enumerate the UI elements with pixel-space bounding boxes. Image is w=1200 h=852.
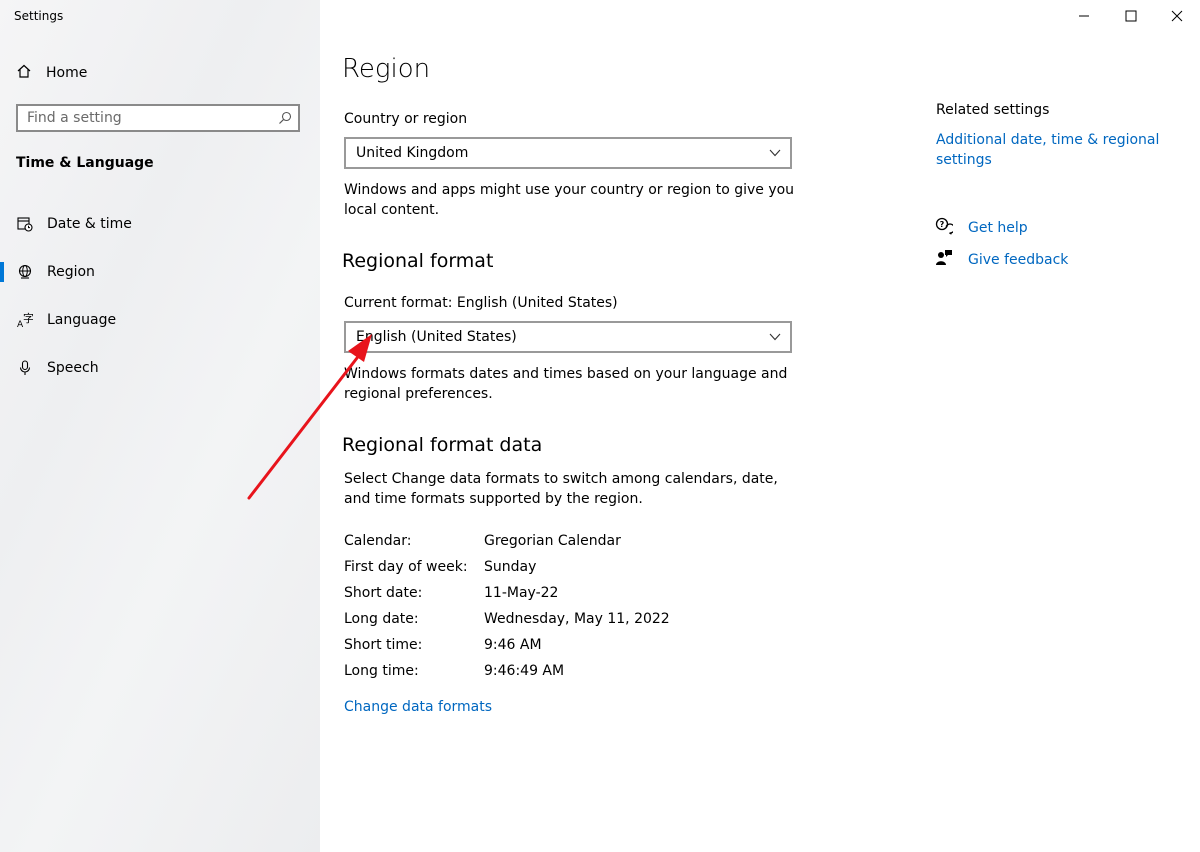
current-format-label: Current format: English (United States) <box>344 295 618 311</box>
format-row-key: First day of week: <box>344 559 468 575</box>
feedback-icon <box>935 249 953 271</box>
globe-icon <box>17 264 33 280</box>
format-data-heading: Regional format data <box>342 434 543 456</box>
format-row-key: Short date: <box>344 585 423 601</box>
sidebar-item-label: Language <box>47 312 117 328</box>
close-icon <box>1171 10 1183 22</box>
format-row-value: Wednesday, May 11, 2022 <box>484 611 670 627</box>
home-label: Home <box>46 65 88 81</box>
maximize-button[interactable] <box>1108 0 1154 32</box>
format-row-key: Long date: <box>344 611 419 627</box>
format-row-value: 9:46 AM <box>484 637 542 653</box>
home-icon <box>16 63 32 83</box>
sidebar-item-region[interactable]: Region <box>0 254 320 290</box>
sidebar-item-language[interactable]: A字 Language <box>0 302 320 338</box>
give-feedback-row[interactable]: Give feedback <box>935 249 1068 271</box>
related-settings-title: Related settings <box>936 102 1050 118</box>
format-value: English (United States) <box>356 329 517 345</box>
get-help-link[interactable]: Get help <box>968 220 1028 236</box>
sidebar-item-date-time[interactable]: Date & time <box>0 206 320 242</box>
chevron-down-icon <box>760 333 790 341</box>
sidebar-item-label: Region <box>47 264 95 280</box>
language-icon: A字 <box>17 311 34 330</box>
minimize-button[interactable] <box>1061 0 1107 32</box>
format-data-description: Select Change data formats to switch amo… <box>344 471 778 507</box>
format-dropdown[interactable]: English (United States) <box>344 321 792 353</box>
svg-text:字: 字 <box>23 312 33 325</box>
home-nav-item[interactable]: Home <box>16 62 87 84</box>
country-dropdown[interactable]: United Kingdom <box>344 137 792 169</box>
country-description: Windows and apps might use your country … <box>344 182 795 218</box>
section-title: Time & Language <box>16 155 154 171</box>
microphone-icon <box>17 360 33 376</box>
format-row-key: Short time: <box>344 637 423 653</box>
search-input[interactable] <box>18 105 272 131</box>
format-row-value: 9:46:49 AM <box>484 663 565 679</box>
svg-text:?: ? <box>940 220 945 229</box>
sidebar-item-speech[interactable]: Speech <box>0 350 320 386</box>
country-label: Country or region <box>344 111 468 127</box>
change-data-formats-link[interactable]: Change data formats <box>344 699 492 715</box>
maximize-icon <box>1125 10 1137 22</box>
sidebar: Settings Home Time & Language Date & tim… <box>0 0 320 852</box>
page-title: Region <box>342 54 431 84</box>
sidebar-item-label: Speech <box>47 360 99 376</box>
calendar-clock-icon <box>17 216 33 232</box>
sidebar-item-label: Date & time <box>47 216 132 232</box>
search-icon[interactable] <box>272 111 298 125</box>
app-title: Settings <box>14 9 64 23</box>
format-row-key: Long time: <box>344 663 419 679</box>
additional-settings-link[interactable]: Additional date, time & regional setting… <box>936 130 1176 170</box>
format-row-value: Sunday <box>484 559 537 575</box>
give-feedback-link[interactable]: Give feedback <box>968 252 1068 268</box>
format-row-value: Gregorian Calendar <box>484 533 621 549</box>
get-help-row[interactable]: ? Get help <box>935 217 1028 239</box>
format-row-key: Calendar: <box>344 533 412 549</box>
format-description: Windows formats dates and times based on… <box>344 366 788 402</box>
minimize-icon <box>1079 15 1089 17</box>
help-chat-icon: ? <box>935 217 956 239</box>
active-indicator <box>0 262 4 282</box>
close-button[interactable] <box>1154 0 1200 32</box>
format-row-value: 11-May-22 <box>484 585 559 601</box>
regional-format-heading: Regional format <box>342 250 494 272</box>
country-value: United Kingdom <box>356 145 469 161</box>
chevron-down-icon <box>760 149 790 157</box>
settings-window: Settings Home Time & Language Date & tim… <box>0 0 1200 852</box>
search-box[interactable] <box>16 104 300 132</box>
